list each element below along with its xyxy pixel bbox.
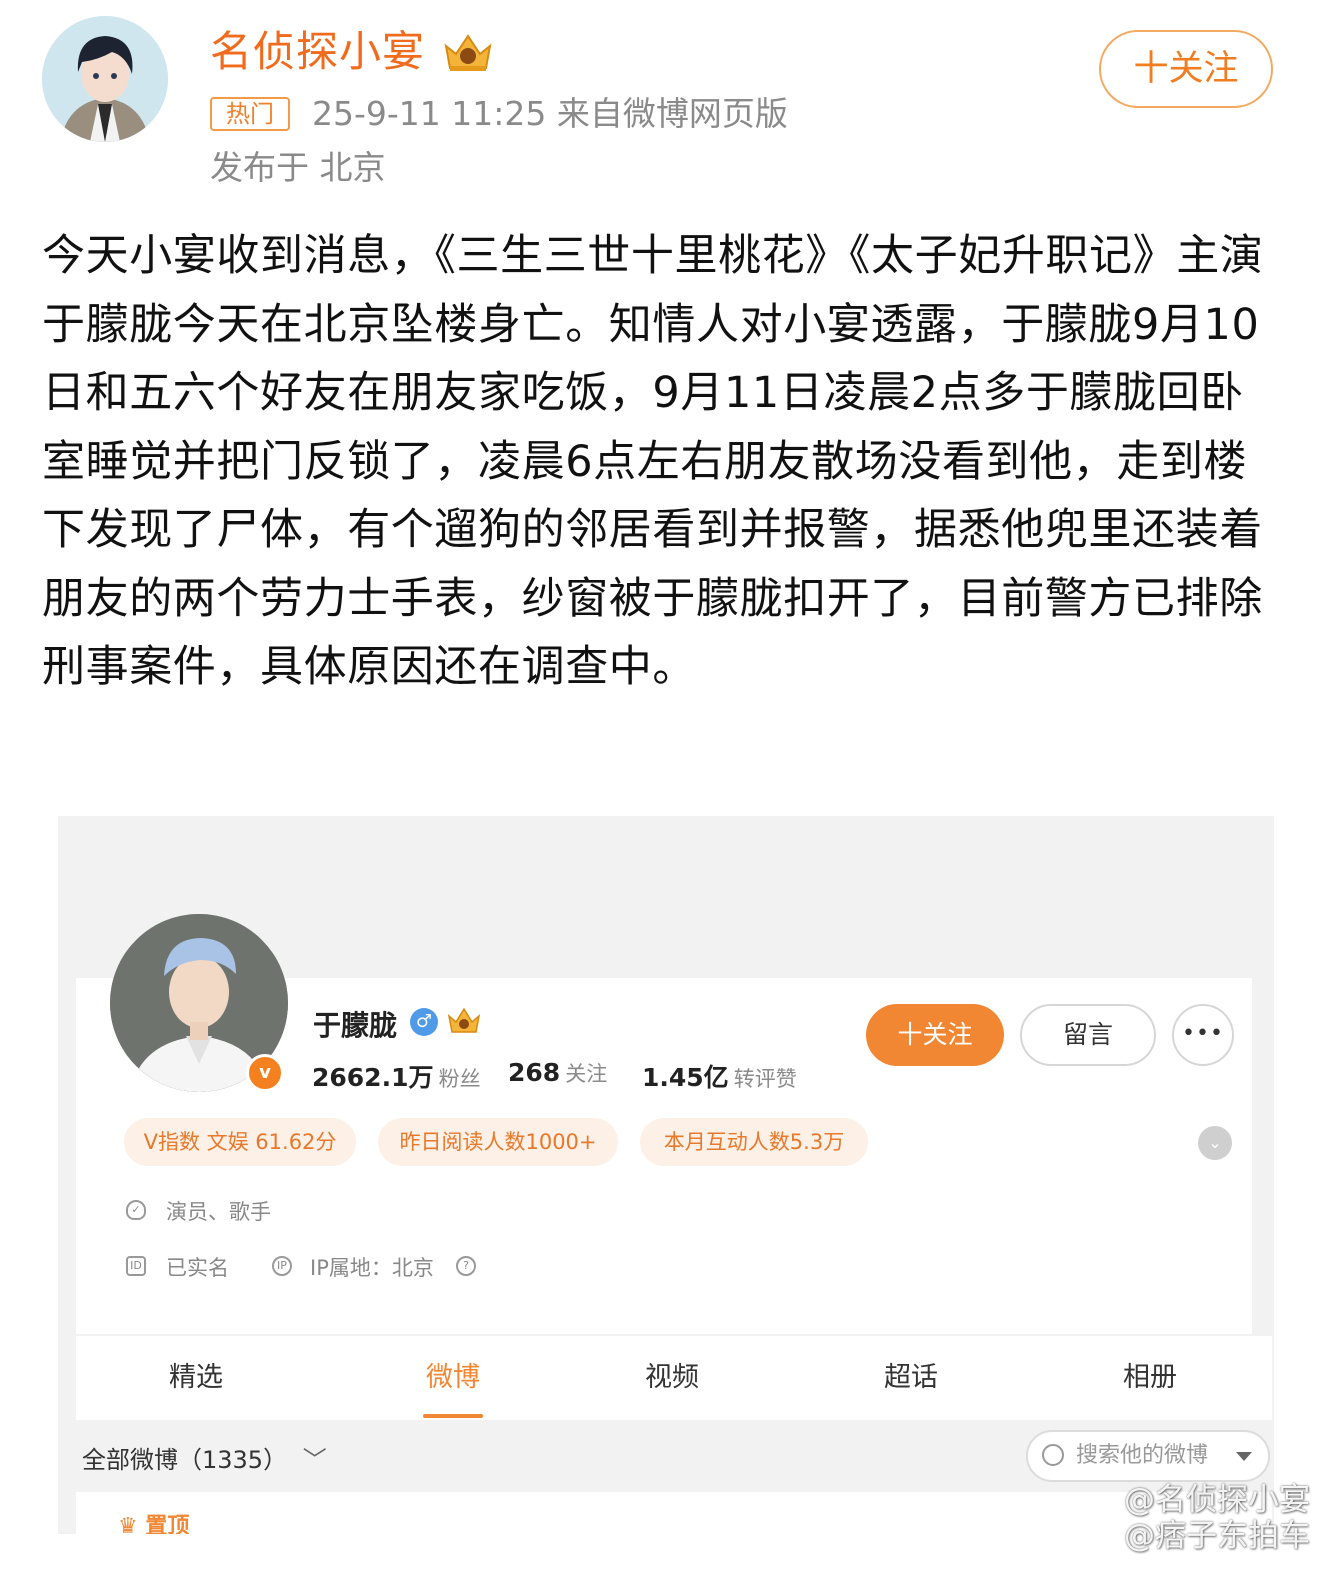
- profile-tabs: 精选 微博 视频 超话 相册: [76, 1336, 1272, 1420]
- pill-reads[interactable]: 昨日阅读人数1000+: [378, 1118, 618, 1166]
- caret-down-icon: [1236, 1452, 1252, 1461]
- stat-number: 2662.1万: [312, 1063, 434, 1092]
- profile-search-input[interactable]: 搜索他的微博: [1026, 1430, 1270, 1482]
- pill-v-index[interactable]: V指数 文娱 61.62分: [124, 1118, 356, 1166]
- verified-v-icon: v: [246, 1054, 284, 1092]
- search-icon: [1042, 1444, 1064, 1466]
- weibo-filter-dropdown[interactable]: 全部微博（1335） ﹀: [82, 1440, 327, 1475]
- stat-fans[interactable]: 2662.1万 粉丝: [312, 1058, 481, 1094]
- id-card-icon: ID: [126, 1256, 146, 1276]
- more-options-button[interactable]: •••: [1172, 1004, 1234, 1066]
- pinned-label: ♛ 置顶: [118, 1508, 189, 1534]
- tab-supertopic[interactable]: 超话: [851, 1336, 971, 1420]
- filter-label: 全部微博（1335）: [82, 1446, 288, 1474]
- stat-label: 粉丝: [438, 1067, 481, 1091]
- chevron-down-icon[interactable]: ⌄: [1198, 1126, 1232, 1160]
- tab-album[interactable]: 相册: [1090, 1336, 1210, 1420]
- ip-location-text: IP属地：北京: [310, 1256, 434, 1280]
- chevron-down-icon: ﹀: [302, 1446, 327, 1474]
- crown-icon: ♛: [118, 1514, 138, 1534]
- crown-icon: [446, 1006, 482, 1036]
- profile-follow-button[interactable]: 十关注: [866, 1004, 1004, 1066]
- crown-badge-icon: [440, 30, 496, 74]
- pinned-text: 置顶: [145, 1514, 190, 1534]
- follow-button[interactable]: 十关注: [1099, 30, 1273, 108]
- author-avatar[interactable]: [42, 16, 168, 142]
- profile-name: 于朦胧: [313, 1009, 398, 1042]
- post-location: 发布于 北京: [210, 148, 386, 187]
- post-meta: 25-9-11 11:25 来自微博网页版: [312, 94, 788, 133]
- author-name[interactable]: 名侦探小宴: [210, 24, 425, 80]
- help-icon[interactable]: ?: [456, 1256, 476, 1276]
- tab-weibo[interactable]: 微博: [393, 1336, 513, 1420]
- occupation-text: 演员、歌手: [166, 1200, 271, 1224]
- stat-interactions: 1.45亿 转评赞: [642, 1058, 797, 1094]
- watermark-line-2: @痞子东拍车: [1124, 1518, 1310, 1554]
- stat-number: 268: [508, 1058, 561, 1087]
- stat-following[interactable]: 268 关注: [508, 1058, 607, 1088]
- shield-icon: ✓: [126, 1200, 146, 1220]
- stat-number: 1.45亿: [642, 1063, 729, 1092]
- search-placeholder: 搜索他的微博: [1076, 1443, 1209, 1468]
- message-button[interactable]: 留言: [1020, 1004, 1156, 1066]
- tab-video[interactable]: 视频: [612, 1336, 732, 1420]
- gender-male-icon: ♂: [410, 1008, 438, 1036]
- post-body-text: 今天小宴收到消息，《三生三世十里桃花》《太子妃升职记》主演于朦胧今天在北京坠楼身…: [42, 231, 1264, 692]
- tab-featured[interactable]: 精选: [136, 1336, 256, 1420]
- stat-label: 关注: [565, 1062, 608, 1086]
- embedded-screenshot: v 于朦胧 ♂ 2662.1万 粉丝 268 关注 1.45亿 转评赞 十关注 …: [58, 816, 1274, 1534]
- active-tab-indicator: [423, 1414, 483, 1418]
- real-name-text: 已实名: [166, 1256, 229, 1280]
- pill-interactions[interactable]: 本月互动人数5.3万: [640, 1118, 868, 1166]
- ip-icon: IP: [272, 1256, 292, 1276]
- watermark-line-1: @名侦探小宴: [1124, 1482, 1310, 1518]
- hot-tag: 热门: [210, 97, 290, 131]
- stat-label: 转评赞: [733, 1067, 797, 1091]
- watermark: @名侦探小宴 @痞子东拍车: [1020, 1482, 1310, 1554]
